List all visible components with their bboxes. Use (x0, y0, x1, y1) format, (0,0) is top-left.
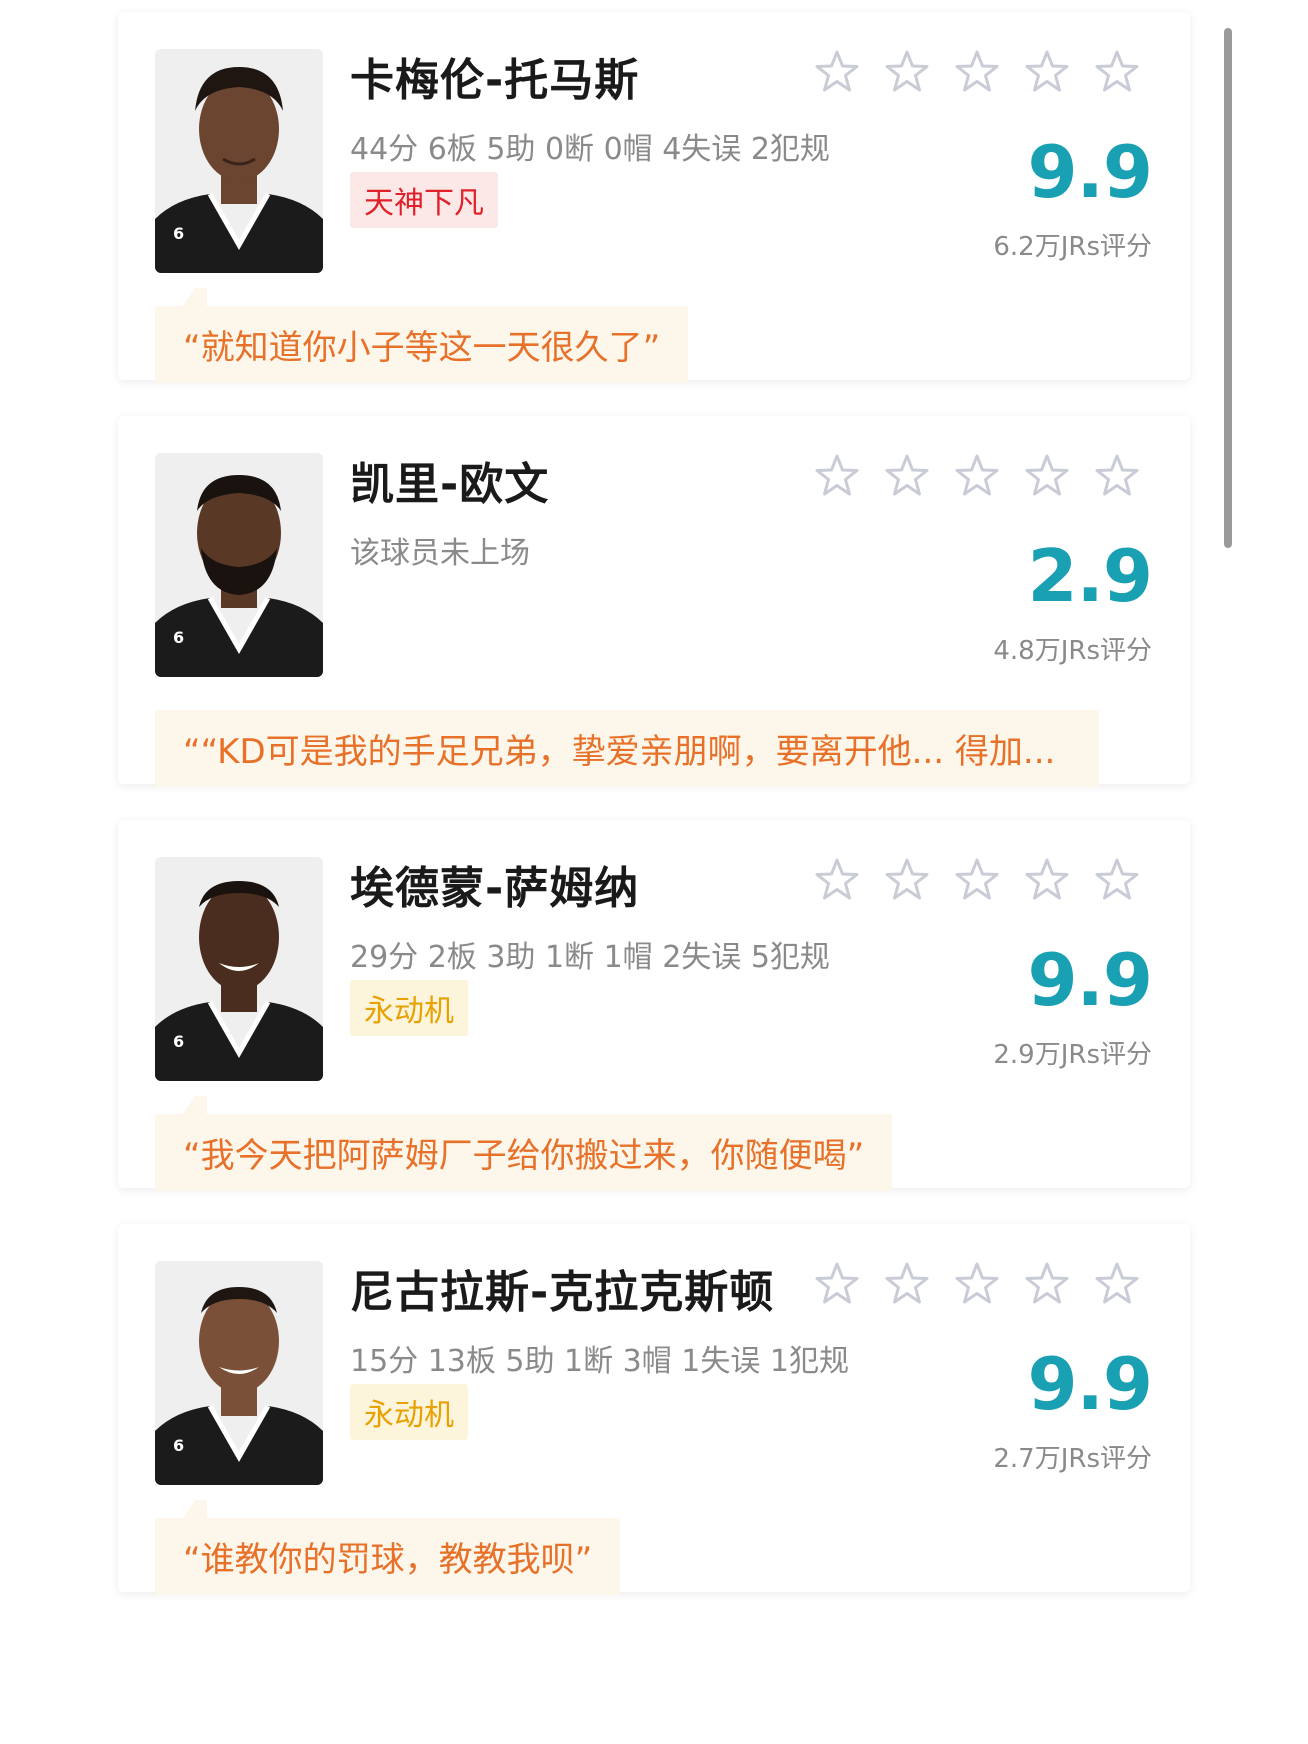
top-comment[interactable]: ““KD可是我的手足兄弟，挚爱亲朋啊，要离开他... 得加... (155, 710, 1099, 787)
player-badge: 天神下凡 (350, 172, 498, 228)
star-outline-icon[interactable] (1023, 48, 1071, 96)
star-rating-input[interactable] (813, 48, 1141, 96)
star-outline-icon[interactable] (953, 452, 1001, 500)
top-comment[interactable]: “谁教你的罚球，教教我呗” (155, 1500, 621, 1595)
star-outline-icon[interactable] (1093, 1260, 1141, 1308)
player-stats: 15分 13板 5助 1断 3帽 1失误 1犯规 (350, 1344, 849, 1379)
rating-score: 9.9 (1027, 1342, 1153, 1426)
player-name: 卡梅伦-托马斯 (350, 55, 640, 106)
star-outline-icon[interactable] (1023, 856, 1071, 904)
player-badge: 永动机 (350, 1384, 468, 1440)
rating-count: 2.9万JRs评分 (993, 1040, 1152, 1070)
top-comment[interactable]: “我今天把阿萨姆厂子给你搬过来，你随便喝” (155, 1096, 893, 1191)
star-outline-icon[interactable] (1023, 1260, 1071, 1308)
scrollbar[interactable] (1224, 28, 1232, 548)
player-name: 埃德蒙-萨姆纳 (350, 863, 640, 914)
star-outline-icon[interactable] (1093, 452, 1141, 500)
player-name: 尼古拉斯-克拉克斯顿 (350, 1267, 775, 1318)
player-avatar: 6 (155, 857, 323, 1081)
player-stats: 29分 2板 3助 1断 1帽 2失误 5犯规 (350, 940, 830, 975)
star-outline-icon[interactable] (883, 1260, 931, 1308)
star-rating-input[interactable] (813, 856, 1141, 904)
star-outline-icon[interactable] (813, 856, 861, 904)
star-outline-icon[interactable] (1093, 856, 1141, 904)
jersey-number: 6 (173, 1436, 184, 1455)
star-outline-icon[interactable] (953, 856, 1001, 904)
jersey-number: 6 (173, 224, 184, 243)
player-name: 凯里-欧文 (350, 459, 550, 510)
player-card[interactable]: 6 尼古拉斯-克拉克斯顿 15分 13板 5助 1断 3帽 1失误 1犯规 永动… (118, 1224, 1190, 1595)
player-stats: 该球员未上场 (350, 536, 530, 571)
star-outline-icon[interactable] (813, 48, 861, 96)
rating-score: 9.9 (1027, 130, 1153, 214)
rating-count: 4.8万JRs评分 (993, 636, 1152, 666)
player-avatar: 6 (155, 49, 323, 273)
player-rating-list: 6 卡梅伦-托马斯 44分 6板 5助 0断 0帽 4失误 2犯规 天神下凡 9… (118, 12, 1190, 1628)
player-card[interactable]: 6 凯里-欧文 该球员未上场 2.9 4.8万JRs评分 ““KD可是我的手足兄… (118, 416, 1190, 787)
star-rating-input[interactable] (813, 452, 1141, 500)
player-avatar: 6 (155, 453, 323, 677)
rating-score: 2.9 (1027, 534, 1153, 618)
star-outline-icon[interactable] (1023, 452, 1071, 500)
player-card[interactable]: 6 埃德蒙-萨姆纳 29分 2板 3助 1断 1帽 2失误 5犯规 永动机 9.… (118, 820, 1190, 1191)
star-outline-icon[interactable] (883, 452, 931, 500)
star-outline-icon[interactable] (953, 48, 1001, 96)
star-outline-icon[interactable] (883, 48, 931, 96)
player-avatar: 6 (155, 1261, 323, 1485)
star-outline-icon[interactable] (813, 1260, 861, 1308)
rating-count: 6.2万JRs评分 (993, 232, 1152, 262)
top-comment[interactable]: “就知道你小子等这一天很久了” (155, 288, 689, 383)
jersey-number: 6 (173, 1032, 184, 1051)
player-stats: 44分 6板 5助 0断 0帽 4失误 2犯规 (350, 132, 830, 167)
player-card[interactable]: 6 卡梅伦-托马斯 44分 6板 5助 0断 0帽 4失误 2犯规 天神下凡 9… (118, 12, 1190, 383)
rating-score: 9.9 (1027, 938, 1153, 1022)
star-outline-icon[interactable] (883, 856, 931, 904)
player-badge: 永动机 (350, 980, 468, 1036)
jersey-number: 6 (173, 628, 184, 647)
star-rating-input[interactable] (813, 1260, 1141, 1308)
rating-count: 2.7万JRs评分 (993, 1444, 1152, 1474)
star-outline-icon[interactable] (1093, 48, 1141, 96)
star-outline-icon[interactable] (953, 1260, 1001, 1308)
star-outline-icon[interactable] (813, 452, 861, 500)
